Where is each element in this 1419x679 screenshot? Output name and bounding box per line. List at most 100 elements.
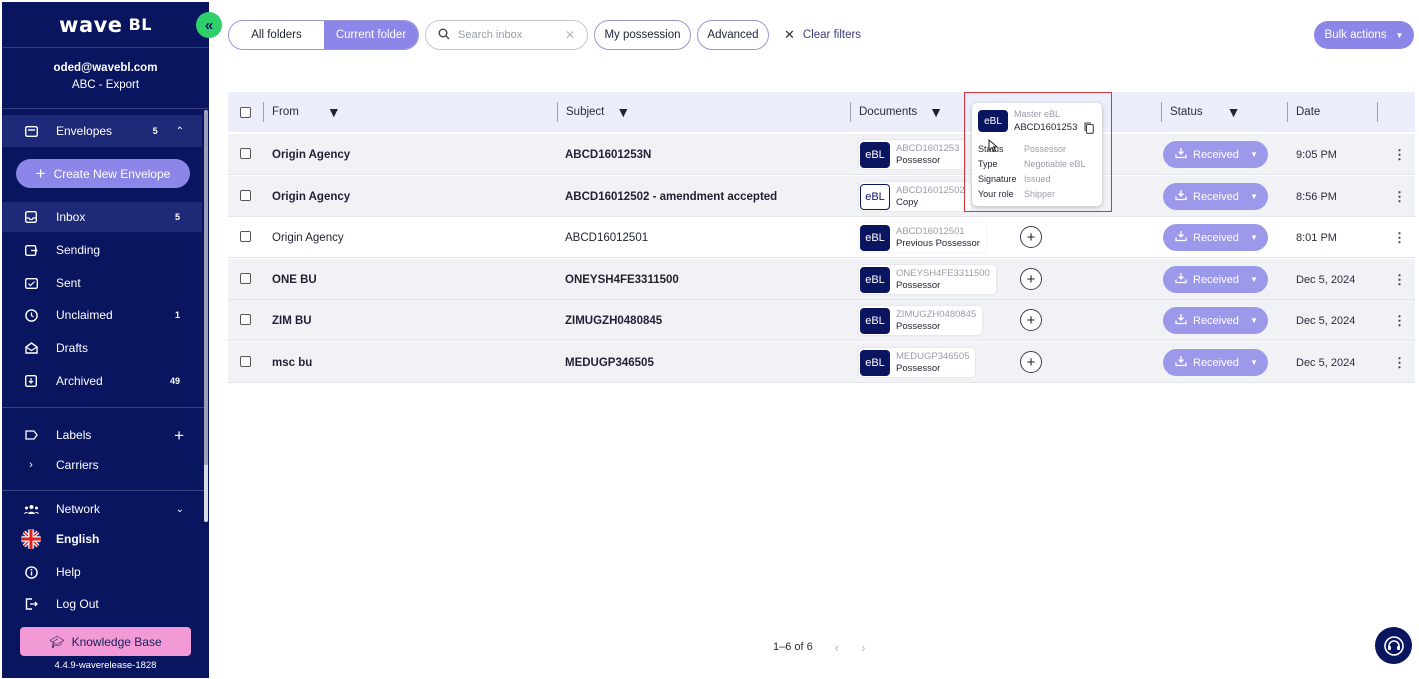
document-chip[interactable]: eBL ABCD16012502 Copy [859,182,971,211]
sidebar-item-help[interactable]: Help [2,557,202,587]
sidebar-item-sent[interactable]: Sent [2,268,202,298]
document-info: ABCD16012502 Copy [896,185,965,209]
search-input[interactable]: Search inbox ✕ [425,20,588,50]
sidebar-item-sending[interactable]: Sending [2,235,202,265]
next-page-icon[interactable]: › [861,640,865,655]
table-row[interactable]: msc bu MEDUGP346505 eBL MEDUGP346505 Possess… [228,342,1415,383]
knowledge-base-button[interactable]: 🎓︎ Knowledge Base [20,627,191,656]
sidebar-item-archived[interactable]: Archived 49 [2,366,202,396]
filter-icon[interactable]: ▼︎ [616,104,630,120]
status-dropdown[interactable]: Received ▼ [1163,307,1268,334]
drafts-icon [22,339,40,357]
current-folder-button[interactable]: Current folder [324,21,418,49]
inbox-icon [22,208,40,226]
row-checkbox[interactable] [240,148,251,159]
ebl-badge: eBL [860,307,890,334]
row-menu-icon[interactable]: ⋮ [1393,259,1406,300]
column-documents[interactable]: Documents ▼︎ [850,92,943,132]
clear-search-icon[interactable]: ✕ [565,28,575,42]
document-chip[interactable]: eBL ONEYSH4FE3311500 Possessor [859,265,996,294]
add-document-button[interactable]: + [1020,351,1042,373]
download-icon [1175,272,1187,287]
my-possession-filter[interactable]: My possession [594,20,691,50]
row-checkbox[interactable] [240,231,251,242]
select-all-checkbox[interactable] [240,92,251,132]
column-date[interactable]: Date [1287,92,1320,132]
info-icon [22,563,40,581]
archived-count: 49 [169,376,180,386]
row-menu-icon[interactable]: ⋮ [1393,134,1406,175]
bulk-actions-button[interactable]: Bulk actions ▼ [1314,21,1414,49]
row-menu-icon[interactable]: ⋮ [1393,176,1406,217]
column-status[interactable]: Status ▼︎ [1161,92,1240,132]
table-row[interactable]: ZIM BU ZIMUGZH0480845 eBL ZIMUGZH0480845 Pos… [228,300,1415,341]
collapse-sidebar-button[interactable]: « [196,12,222,38]
status-dropdown[interactable]: Received ▼ [1163,224,1268,251]
filter-icon[interactable]: ▼︎ [1227,104,1241,120]
download-icon [1175,313,1187,328]
row-checkbox[interactable] [240,190,251,201]
document-chip[interactable]: eBL ABCD16012501 Previous Possessor [859,223,986,252]
sidebar-item-envelopes[interactable]: Envelopes 5 ⌃ [2,115,202,147]
graduation-cap-icon: 🎓︎ [49,634,65,649]
sidebar-item-unclaimed[interactable]: Unclaimed 1 [2,300,202,330]
row-checkbox[interactable] [240,356,251,367]
status-dropdown[interactable]: Received ▼ [1163,349,1268,376]
sidebar-item-labels[interactable]: Labels + [2,420,202,450]
document-chip[interactable]: eBL MEDUGP346505 Possessor [859,348,976,377]
add-document-button[interactable]: + [1020,268,1042,290]
table-row[interactable]: Origin Agency ABCD16012501 eBL ABCD16012501… [228,217,1415,258]
tooltip-key: Signature [978,174,1017,184]
previous-page-icon[interactable]: ‹ [835,640,839,655]
filter-icon[interactable]: ▼︎ [327,104,341,120]
status-dropdown[interactable]: Received ▼ [1163,266,1268,293]
sidebar-item-network[interactable]: Network ⌄ [2,494,202,524]
sidebar-item-label: Carriers [56,458,99,472]
add-label-icon[interactable]: + [174,427,184,444]
tooltip-value: Possessor [1024,144,1067,154]
sidebar-scrollbar-thumb[interactable] [204,110,208,465]
app: wave BL oded@wavebl.com ABC - Export Enve… [0,0,1419,679]
sidebar-item-inbox[interactable]: Inbox 5 [2,202,202,232]
copy-icon[interactable] [1084,122,1094,137]
document-chip[interactable]: eBL ABCD1601253 Possessor [859,140,966,169]
column-separator [850,102,851,122]
create-envelope-button[interactable]: + Create New Envelope [16,159,190,188]
checkbox[interactable] [240,106,251,118]
row-checkbox[interactable] [240,273,251,284]
document-reference: MEDUGP346505 [896,350,970,362]
row-menu-icon[interactable]: ⋮ [1393,342,1406,383]
row-subject: ONEYSH4FE3311500 [565,273,679,286]
advanced-filter-button[interactable]: Advanced [697,20,769,50]
support-chat-button[interactable] [1375,627,1412,664]
document-chip[interactable]: eBL ZIMUGZH0480845 Possessor [859,306,983,335]
status-label: Received [1193,314,1239,327]
status-dropdown[interactable]: Received ▼ [1163,183,1268,210]
network-icon [22,500,40,518]
status-dropdown[interactable]: Received ▼ [1163,141,1268,168]
column-subject[interactable]: Subject ▼︎ [557,92,630,132]
sidebar-item-logout[interactable]: Log Out [2,589,202,619]
row-menu-icon[interactable]: ⋮ [1393,300,1406,341]
envelope-icon [22,122,40,140]
account-email: oded@wavebl.com [53,62,158,74]
table-row[interactable]: ONE BU ONEYSH4FE3311500 eBL ONEYSH4FE331150… [228,259,1415,300]
add-document-button[interactable]: + [1020,309,1042,331]
sidebar-item-label: Inbox [56,210,86,224]
sidebar-item-language[interactable]: English [2,524,202,554]
row-menu-icon[interactable]: ⋮ [1393,217,1406,258]
sidebar-item-carriers[interactable]: › Carriers [2,450,202,480]
row-from: ONE BU [272,273,317,286]
sidebar-item-drafts[interactable]: Drafts [2,333,202,363]
row-from: ZIM BU [272,314,312,327]
plus-icon: + [1026,270,1036,288]
add-document-button[interactable]: + [1020,226,1042,248]
column-from[interactable]: From ▼︎ [263,92,341,132]
all-folders-button[interactable]: All folders [229,21,324,49]
document-reference: ABCD1601253 [896,142,960,154]
table-row[interactable]: Origin Agency ABCD1601253N eBL ABCD1601253 P… [228,134,1415,175]
row-checkbox[interactable] [240,314,251,325]
clear-filters-button[interactable]: ✕ Clear filters [784,20,861,50]
table-row[interactable]: Origin Agency ABCD16012502 - amendment ac… [228,176,1415,217]
filter-icon[interactable]: ▼︎ [929,104,943,120]
